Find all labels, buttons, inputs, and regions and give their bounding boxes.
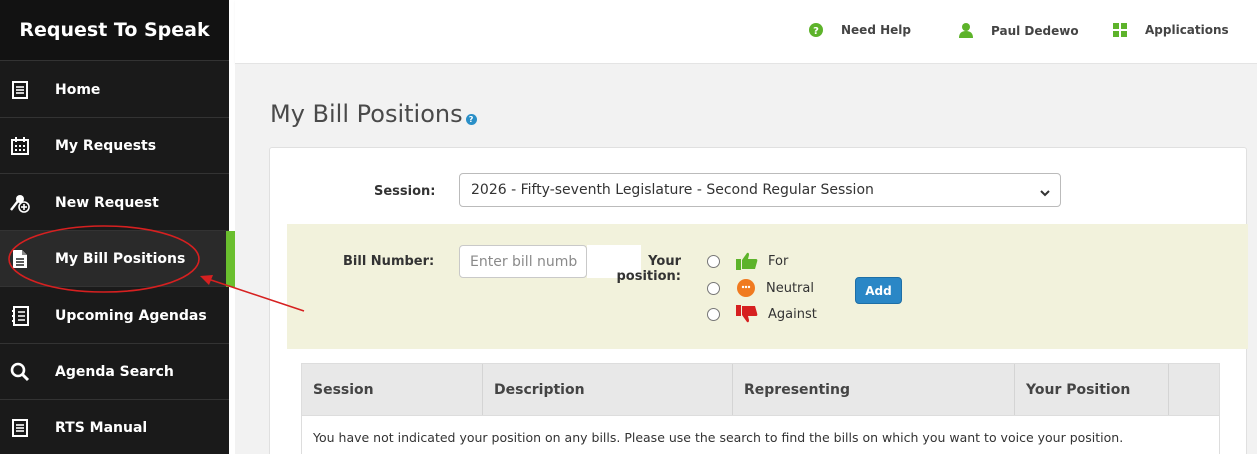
app-title: Request To Speak [0, 0, 229, 61]
column-header-session[interactable]: Session [302, 364, 483, 415]
sidebar-item-upcoming-agendas[interactable]: Upcoming Agendas [0, 288, 229, 344]
thumbs-up-icon [736, 252, 758, 270]
file-icon [9, 248, 31, 270]
sidebar-item-home[interactable]: Home [0, 62, 229, 118]
sidebar-item-label: Agenda Search [55, 363, 174, 380]
svg-text:?: ? [813, 26, 819, 37]
need-help-link[interactable]: ? Need Help [809, 23, 911, 37]
empty-table-message: You have not indicated your position on … [302, 416, 1219, 454]
chevron-down-icon [1040, 185, 1050, 201]
column-header-actions [1169, 364, 1219, 415]
sidebar-item-new-request[interactable]: New Request [0, 175, 229, 231]
manual-icon [9, 417, 31, 439]
calendar-icon [9, 135, 31, 157]
position-option-for[interactable]: For [707, 252, 788, 270]
neutral-face-icon [736, 278, 756, 298]
your-position-line1: Your [648, 254, 681, 269]
active-indicator [226, 231, 235, 287]
page-title-text: My Bill Positions [270, 100, 463, 128]
sidebar-item-label: RTS Manual [55, 419, 148, 436]
agenda-icon [9, 305, 31, 327]
sidebar-item-label: Upcoming Agendas [55, 307, 207, 324]
bill-number-input[interactable]: Enter bill numb [459, 245, 587, 278]
column-header-representing[interactable]: Representing [733, 364, 1015, 415]
sidebar-item-label: New Request [55, 194, 159, 211]
position-option-against[interactable]: Against [707, 305, 817, 323]
column-header-description[interactable]: Description [483, 364, 733, 415]
microphone-add-icon [9, 192, 31, 214]
your-position-label: Your position: [611, 254, 682, 284]
sidebar-item-label: My Bill Positions [55, 250, 186, 267]
radio-button[interactable] [707, 307, 720, 321]
applications-menu[interactable]: Applications [1113, 23, 1229, 37]
position-option-neutral[interactable]: Neutral [707, 278, 814, 298]
document-icon [9, 79, 31, 101]
applications-label: Applications [1145, 23, 1229, 37]
top-bar: ? Need Help Paul Dedewo Applications [235, 0, 1257, 64]
thumbs-down-icon [736, 305, 758, 323]
grid-icon [1113, 23, 1127, 37]
sidebar-item-label: Home [55, 81, 101, 98]
option-label: Against [768, 306, 817, 322]
add-button[interactable]: Add [855, 277, 902, 304]
sidebar-item-my-bill-positions[interactable]: My Bill Positions [0, 231, 235, 287]
table-header: Session Description Representing Your Po… [302, 364, 1219, 416]
user-icon [959, 23, 973, 38]
search-icon [9, 361, 31, 383]
sidebar: Request To Speak Home My Requests New Re… [0, 0, 235, 454]
radio-button[interactable] [707, 254, 720, 268]
user-name: Paul Dedewo [991, 23, 1079, 38]
sidebar-item-label: My Requests [55, 137, 157, 154]
session-value: 2026 - Fifty-seventh Legislature - Secon… [471, 182, 874, 198]
session-label: Session: [374, 184, 436, 199]
user-menu[interactable]: Paul Dedewo [959, 23, 1079, 38]
sidebar-item-rts-manual[interactable]: RTS Manual [0, 400, 229, 454]
page-title: My Bill Positions ? [270, 100, 477, 128]
positions-table: Session Description Representing Your Po… [301, 363, 1220, 454]
bill-number-label: Bill Number: [343, 254, 435, 269]
your-position-line2: position: [616, 269, 682, 284]
session-select[interactable]: 2026 - Fifty-seventh Legislature - Secon… [459, 173, 1061, 207]
option-label: Neutral [766, 280, 814, 296]
sidebar-item-my-requests[interactable]: My Requests [0, 118, 229, 174]
help-icon: ? [809, 23, 823, 37]
radio-button[interactable] [707, 281, 720, 295]
column-header-your-position[interactable]: Your Position [1015, 364, 1169, 415]
page-help-icon[interactable]: ? [465, 113, 477, 125]
sidebar-item-agenda-search[interactable]: Agenda Search [0, 344, 229, 400]
need-help-label: Need Help [841, 23, 911, 37]
option-label: For [768, 253, 789, 269]
